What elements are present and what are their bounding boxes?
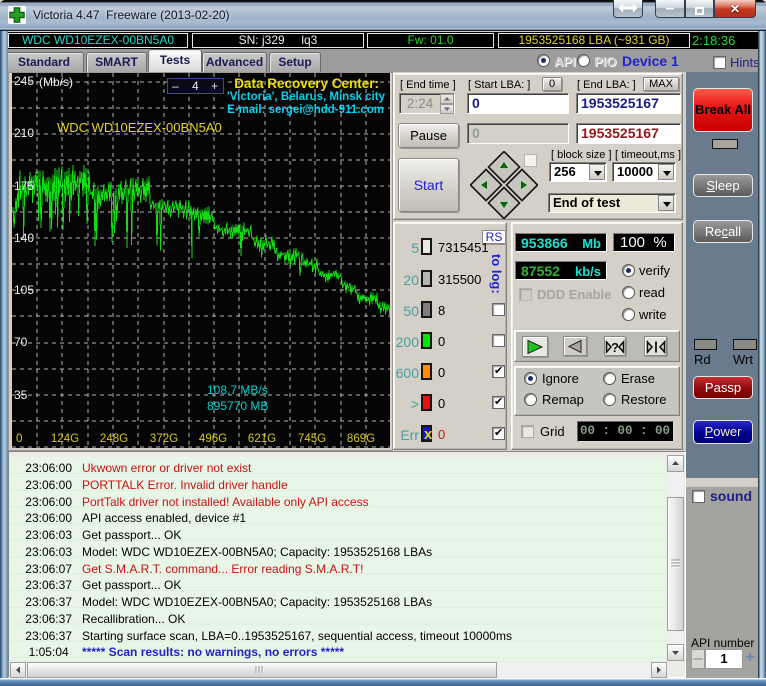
svg-text:?: ? (611, 340, 619, 354)
